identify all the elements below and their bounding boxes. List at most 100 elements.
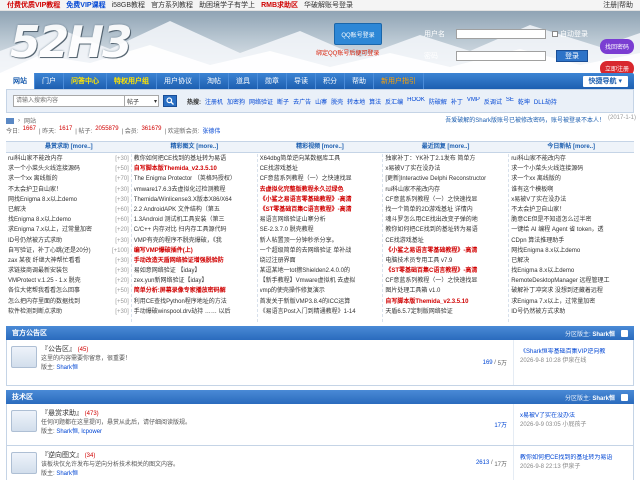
hot-search-term[interactable]: HOOK <box>407 97 425 106</box>
breadcrumb-item[interactable]: 网站 <box>24 116 36 125</box>
section-mod-name[interactable]: Shark恒 <box>592 396 615 402</box>
column-header-articles[interactable]: 精彩图文 [more..] <box>132 142 258 152</box>
home-icon[interactable] <box>6 117 14 124</box>
nav-item-3[interactable]: 特权用户组 <box>107 73 157 89</box>
hot-search-term[interactable]: SE <box>506 97 514 106</box>
list-item[interactable]: rui科山家不能改内存 <box>511 154 632 164</box>
search-button[interactable] <box>163 95 177 107</box>
topbar-link-0[interactable]: 付费优质VIP教程 <box>7 0 60 10</box>
list-item[interactable]: 天盾6.5.7定制版网络验证 <box>385 307 506 317</box>
list-item[interactable]: 编写VMP爆破插件(上) <box>134 246 255 256</box>
find-password-button[interactable]: 找回密码 <box>600 39 634 54</box>
list-item[interactable]: 手动爆破winspool.drv劫持 …… 以后 <box>134 307 255 317</box>
topbar-link-1[interactable]: 免费VIP课程 <box>66 0 105 10</box>
list-item[interactable]: 新人帖置顶一分钟秒杀分享。 <box>260 236 381 246</box>
search-input[interactable] <box>13 95 125 107</box>
list-item[interactable]: VMProtect v.1.25 - 1.x 脱壳 [+20] <box>8 276 129 286</box>
list-item[interactable]: ID号仍然被方式求助 [+30] <box>8 236 129 246</box>
stats-newest-member[interactable]: 张德伟 <box>202 126 220 136</box>
list-item[interactable]: 2.2 AndroidAPK 文件结构（第五 <box>134 205 255 215</box>
qq-bind-tip[interactable]: 绑定QQ账号后便可登录 <box>316 48 379 57</box>
topbar-link-4[interactable]: 助困境学子有学上 <box>199 0 255 10</box>
list-item[interactable]: CDpn 算法推理助手 <box>511 236 632 246</box>
list-item[interactable]: 一个超级简单的去网络验证 单补战 <box>260 246 381 256</box>
nav-item-1[interactable]: 门户 <box>35 73 64 89</box>
hot-search-term[interactable]: 反调试 <box>484 97 502 106</box>
hot-search-term[interactable]: 补丁 <box>451 97 463 106</box>
list-item[interactable]: 一键给 AI 编程 Agent 省 token，透 <box>511 225 632 235</box>
list-item[interactable]: 破解补丁冲突求 没想到还藏着远程 <box>511 286 632 296</box>
column-header-replies[interactable]: 最近回复 [more..] <box>383 142 509 152</box>
hot-search-term[interactable]: 脱壳 <box>331 97 343 106</box>
list-item[interactable]: rui科山家不能改内存 <box>385 185 506 195</box>
nav-item-4[interactable]: 用户协议 <box>157 73 200 89</box>
list-item[interactable]: RemoteDesktopManager 远程管理工 <box>511 276 632 286</box>
list-item[interactable]: 网找Enigma 8.x以上demo <box>511 246 632 256</box>
list-item[interactable]: 独家补丁：YK补丁2.1发布 简单方 <box>385 154 506 164</box>
site-logo[interactable]: 52H3 <box>10 17 133 68</box>
list-item[interactable]: 软件检测到断点求助 [+30] <box>8 307 129 317</box>
list-item[interactable]: 手动改造天盾网络验证增强脱验防 <box>134 256 255 266</box>
list-item[interactable]: 电脑技术员专用工具 v7.9 <box>385 256 506 266</box>
list-item[interactable]: CF意蓝系列教程（一）之快速找显 <box>385 276 506 286</box>
list-item[interactable]: 各位大佬帮我看看怎么回事 [+50] <box>8 286 129 296</box>
topbar-link-5[interactable]: RMB求助区 <box>261 0 298 10</box>
list-item[interactable]: 《小鲨之易语言零基础教程》-高清 <box>385 246 506 256</box>
column-header-videos[interactable]: 精彩视频 [more..] <box>257 142 383 152</box>
hot-search-term[interactable]: 反汇编 <box>385 97 403 106</box>
list-item[interactable]: 教你如何把CE找到的基址转为易语 <box>385 225 506 235</box>
forum-name[interactable]: 『逆向图文』 <box>41 452 83 459</box>
list-item[interactable]: 已解决 [+60] <box>8 205 129 215</box>
list-item[interactable]: 简单分析:屏幕录像专家播放密码解 <box>134 286 255 296</box>
list-item[interactable]: 《ST零基础百集C语言教程》-高清 <box>385 266 506 276</box>
list-item[interactable]: SE-2.3.7.0 脱壳教程 <box>260 225 381 235</box>
list-item[interactable]: X64dbg简单逆向某数据库工具 <box>260 154 381 164</box>
list-item[interactable]: 不太会护卫自山家！ [+30] <box>8 185 129 195</box>
list-item[interactable]: 谁有这个模板啊 <box>511 185 632 195</box>
register-button[interactable]: 立即注册 <box>600 61 634 73</box>
column-header-bounty[interactable]: 悬赏求助 [more..] <box>6 142 132 152</box>
list-item[interactable]: 求一个小菜头火线连接源码 [+50] <box>8 164 129 174</box>
last-post-title[interactable]: x易被V了实在没办法 <box>520 412 633 421</box>
list-item[interactable]: 网找Enigma 8.x以上demo [+30] <box>8 195 129 205</box>
topbar-link-2[interactable]: i58GB教程 <box>112 0 145 10</box>
section-mod-name[interactable]: Shark恒 <box>592 332 615 338</box>
list-item[interactable]: [更新]Interactive Delphi Reconstructor <box>385 174 506 184</box>
list-item[interactable]: 自写脚本版Themida_v2.3.5.10 <box>134 164 255 174</box>
list-item[interactable]: 求一个xx 离线版的 <box>511 174 632 184</box>
topbar-link-3[interactable]: 官方系列教程 <box>151 0 193 10</box>
list-item[interactable]: ID号仍然被方式求助 <box>511 307 632 317</box>
hot-search-term[interactable]: 山寨 <box>315 97 327 106</box>
list-item[interactable]: CE找游戏基址 <box>385 236 506 246</box>
hot-search-term[interactable]: 防破解 <box>429 97 447 106</box>
list-item[interactable]: 绕过注册界面 <box>260 256 381 266</box>
nav-item-7[interactable]: 勋章 <box>258 73 287 89</box>
login-button[interactable]: 登录 <box>556 50 588 62</box>
list-item[interactable]: 魂斗罗怎么用CE找出改变子弹的地 <box>385 215 506 225</box>
list-item[interactable]: vmware17.6.3去虚拟化过检测教程 <box>134 185 255 195</box>
list-item[interactable]: 不太会护卫自山家！ <box>511 205 632 215</box>
list-item[interactable]: CF意蓝系列教程（一）之快速找显 <box>385 195 506 205</box>
list-item[interactable]: 《ST零基础百集C语言教程》-高清 <box>260 205 381 215</box>
list-item[interactable]: 首发关于新版VMP3.8.4的ICC运算 <box>260 297 381 307</box>
list-item[interactable]: 易如意网络验证 【iday】 <box>134 266 255 276</box>
forum-name[interactable]: 『悬赏求助』 <box>41 410 83 417</box>
nav-item-9[interactable]: 积分 <box>316 73 345 89</box>
list-item[interactable]: 求Enigma 7.x以上，过常量加密 [+20] <box>8 225 129 235</box>
list-item[interactable]: VMP有壳的程序不脱壳爆破，《我 <box>134 236 255 246</box>
nav-item-11[interactable]: 新用户指引 <box>374 73 424 89</box>
list-item[interactable]: 【新手教程】Vmware虚拟机 去虚拟 <box>260 276 381 286</box>
list-item[interactable]: 自写验证，补丁心跳(还是20分) [+100] <box>8 246 129 256</box>
list-item[interactable]: 某逗某地一tot擦Shielden2.4.0.0的 <box>260 266 381 276</box>
hot-search-term[interactable]: 去广告 <box>293 97 311 106</box>
nav-item-6[interactable]: 道具 <box>229 73 258 89</box>
list-item[interactable]: 求一个小菜头火线连接源码 <box>511 164 632 174</box>
nav-item-2[interactable]: 问答中心 <box>64 73 107 89</box>
list-item[interactable]: 找Enigma 8.x以上demo <box>511 266 632 276</box>
username-input[interactable] <box>456 29 546 39</box>
hot-search-term[interactable]: 乾坤 <box>518 97 530 106</box>
nav-item-0[interactable]: 网站 <box>6 73 35 89</box>
nav-item-5[interactable]: 淘帖 <box>200 73 229 89</box>
list-item[interactable]: rui科山家不能改内存 [+30] <box>8 154 129 164</box>
hot-search-term[interactable]: DLL劫持 <box>534 97 557 106</box>
